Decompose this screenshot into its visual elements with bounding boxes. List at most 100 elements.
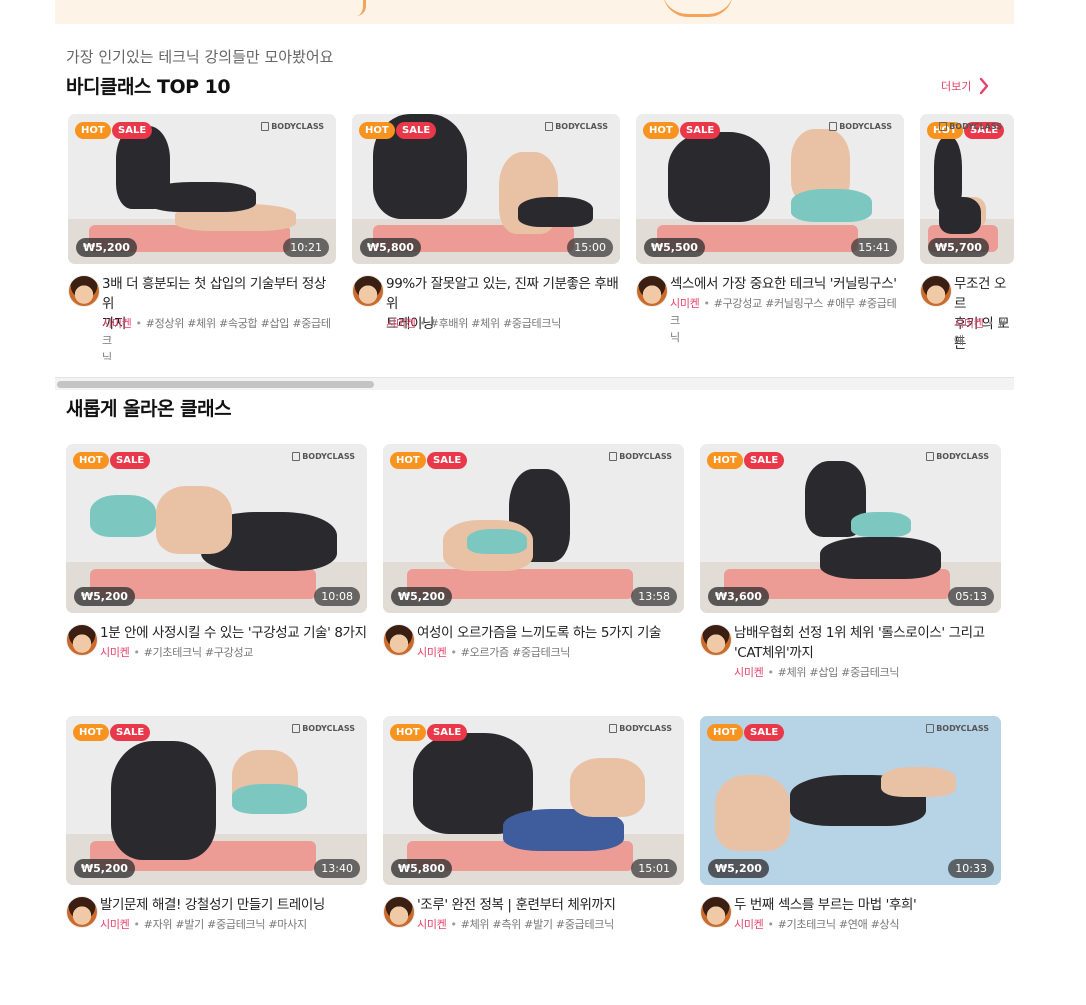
duration-badge: 10:33 — [948, 859, 994, 878]
author-avatar[interactable] — [636, 275, 668, 307]
class-card[interactable]: HOT SALE BODYCLASS ₩3,600 05:13 남배우협회 선정 1위 체… — [700, 444, 1001, 733]
class-meta-line: 시미켄 • #자위 #발기 #중급테크닉 #마사지 — [100, 916, 367, 933]
class-card[interactable]: HOT SALE BODYCLASS ₩5,200 13:58 여성이 오르가즘을 느끼도… — [383, 444, 684, 733]
author-avatar[interactable] — [66, 624, 98, 656]
class-card[interactable]: HOT SALE BODYCLASS ₩5,200 13:40 발기문제 해결! 강철성기… — [66, 716, 367, 1005]
class-title[interactable]: 여성이 오르가즘을 느끼도록 하는 5가지 기술 — [417, 623, 684, 643]
logo-icon — [926, 452, 935, 461]
author-avatar[interactable] — [920, 275, 952, 307]
hot-badge: HOT — [390, 724, 426, 741]
author-name[interactable]: 시미켄 — [100, 918, 130, 931]
class-tags-line: 닉 — [102, 351, 112, 360]
class-thumbnail[interactable]: HOT SALE BODYCLASS ₩5,800 15:00 — [352, 114, 620, 264]
class-title-line: 두 번째 섹스를 부르는 마법 '후희' — [734, 897, 917, 913]
class-thumbnail[interactable]: HOT SALE BODYCLASS ₩5,200 10:21 — [68, 114, 336, 264]
author-name[interactable]: 시미켄 — [734, 918, 764, 931]
class-thumbnail[interactable]: HOT SALE BODYCLASS ₩5,700 — [920, 114, 1014, 264]
separator-dot: • — [419, 317, 426, 330]
brand-logo: BODYCLASS — [292, 452, 355, 461]
brand-logo: BODYCLASS — [926, 452, 989, 461]
logo-text: BODYCLASS — [839, 122, 892, 131]
class-thumbnail[interactable]: HOT SALE BODYCLASS ₩5,800 15:01 — [383, 716, 684, 885]
sale-badge: SALE — [112, 122, 153, 139]
separator-dot: • — [450, 918, 457, 931]
logo-icon — [292, 452, 301, 461]
class-title[interactable]: '조루' 완전 정복 | 훈련부터 체위까지 — [417, 895, 684, 915]
top10-carousel[interactable]: HOT SALE BODYCLASS ₩5,200 10:21 3배 더 흥분되는 첫 삽… — [0, 0, 1014, 360]
class-title[interactable]: 남배우협회 선정 1위 체위 '롤스로이스' 그리고 'CAT체위'까지 — [734, 623, 1001, 663]
class-title[interactable]: 두 번째 섹스를 부르는 마법 '후희' — [734, 895, 1001, 915]
price-badge: ₩5,200 — [74, 859, 135, 878]
duration-badge: 15:01 — [631, 859, 677, 878]
price-badge: ₩5,200 — [76, 238, 137, 257]
class-card[interactable]: HOT SALE BODYCLASS ₩5,800 15:00 99%가 잘못알고 있는,… — [352, 114, 620, 360]
class-thumbnail[interactable]: HOT SALE BODYCLASS ₩3,600 05:13 — [700, 444, 1001, 613]
class-tags: #기초테크닉 #연애 #상식 — [777, 918, 900, 931]
class-title-line: '조루' 완전 정복 | 훈련부터 체위까지 — [417, 897, 616, 913]
hot-badge: HOT — [643, 122, 679, 139]
scrollbar-thumb[interactable] — [57, 381, 374, 388]
author-name[interactable]: 시미켄 — [100, 646, 130, 659]
class-card[interactable]: HOT SALE BODYCLASS ₩5,800 15:01 '조루' 완전 정복 | … — [383, 716, 684, 1005]
author-avatar[interactable] — [383, 624, 415, 656]
logo-icon — [609, 452, 618, 461]
thumbnail-figure — [156, 486, 232, 554]
class-meta: 시미켄 • #기초테크닉 #연애 #상식 — [734, 916, 1001, 933]
sale-badge: SALE — [427, 724, 468, 741]
hot-badge: HOT — [707, 724, 743, 741]
thumbnail-figure — [231, 783, 307, 814]
thumbnail-figure — [569, 758, 645, 818]
logo-icon — [939, 122, 948, 131]
thumbnail-figure — [90, 494, 157, 537]
author-avatar[interactable] — [68, 275, 100, 307]
class-thumbnail[interactable]: HOT SALE BODYCLASS ₩5,200 13:40 — [66, 716, 367, 885]
class-thumbnail[interactable]: HOT SALE BODYCLASS ₩5,200 10:33 — [700, 716, 1001, 885]
class-card[interactable]: HOT SALE BODYCLASS ₩5,200 10:08 1분 안에 사정시킬 수 … — [66, 444, 367, 733]
author-avatar[interactable] — [700, 624, 732, 656]
author-avatar[interactable] — [66, 896, 98, 928]
class-card[interactable]: HOT SALE BODYCLASS ₩5,200 10:21 3배 더 흥분되는 첫 삽… — [68, 114, 336, 360]
author-name[interactable]: 시미켄 — [954, 317, 984, 330]
author-avatar[interactable] — [383, 896, 415, 928]
author-name[interactable]: 시미켄 — [417, 646, 447, 659]
class-meta: 시미켄 • #자위 #발기 #중급테크닉 #마사지 — [100, 916, 367, 933]
brand-logo: BODYCLASS — [292, 724, 355, 733]
duration-badge: 15:41 — [851, 238, 897, 257]
class-meta: 시미켄 • #오르가즘 #중급테크닉 — [417, 644, 684, 661]
author-avatar[interactable] — [700, 896, 732, 928]
hot-badge: HOT — [75, 122, 111, 139]
class-meta-line: 시미켄 • #체위 #측위 #발기 #중급테크닉 — [417, 916, 684, 933]
class-tags: #체위 #측위 #발기 #중급테크닉 — [460, 918, 615, 931]
class-title[interactable]: 1분 안에 사정시킬 수 있는 '구강성교 기술' 8가지 — [100, 623, 367, 643]
sale-badge: SALE — [744, 452, 785, 469]
class-thumbnail[interactable]: HOT SALE BODYCLASS ₩5,200 13:58 — [383, 444, 684, 613]
carousel-scrollbar[interactable] — [55, 378, 1014, 390]
class-meta-line: 시미켄 • #구강성교 #커닐링구스 #애무 #중급테크 — [670, 295, 904, 329]
class-tags-line: 닉 — [670, 331, 680, 344]
author-name[interactable]: 시미켄 — [102, 317, 132, 330]
class-meta-line: 시미켄 • #체위 #삽입 #중급테크닉 — [734, 664, 1001, 681]
author-name[interactable]: 시미켄 — [417, 918, 447, 931]
hot-badge: HOT — [73, 724, 109, 741]
class-tags: #오르가즘 #중급테크닉 — [460, 646, 571, 659]
class-card[interactable]: HOT SALE BODYCLASS ₩5,700 무조건 오르 후키'의 모든 시미켄 • #… — [920, 114, 1014, 360]
author-name[interactable]: 시미켄 — [734, 666, 764, 679]
logo-text: BODYCLASS — [555, 122, 608, 131]
class-thumbnail[interactable]: HOT SALE BODYCLASS ₩5,500 15:41 — [636, 114, 904, 264]
class-card[interactable]: HOT SALE BODYCLASS ₩5,200 10:33 두 번째 섹스를 부르는 … — [700, 716, 1001, 1005]
thumbnail-figure — [791, 189, 872, 222]
thumbnail-figure — [880, 766, 956, 798]
separator-dot: • — [135, 317, 142, 330]
class-title[interactable]: 발기문제 해결! 강철성기 만들기 트레이닝 — [100, 895, 367, 915]
class-title[interactable]: 섹스에서 가장 중요한 테크닉 '커닐링구스' — [670, 274, 904, 294]
separator-dot: • — [703, 297, 710, 310]
class-card[interactable]: HOT SALE BODYCLASS ₩5,500 15:41 섹스에서 가장 중요한 테… — [636, 114, 904, 360]
brand-logo: BODYCLASS — [829, 122, 892, 131]
class-thumbnail[interactable]: HOT SALE BODYCLASS ₩5,200 10:08 — [66, 444, 367, 613]
hot-badge: HOT — [359, 122, 395, 139]
class-title-line: 남배우협회 선정 1위 체위 '롤스로이스' 그리고 — [734, 625, 985, 641]
author-avatar[interactable] — [352, 275, 384, 307]
author-name[interactable]: 시미켄 — [670, 297, 700, 310]
author-name[interactable]: 시미켄 — [386, 317, 416, 330]
thumbnail-figure — [938, 196, 982, 234]
